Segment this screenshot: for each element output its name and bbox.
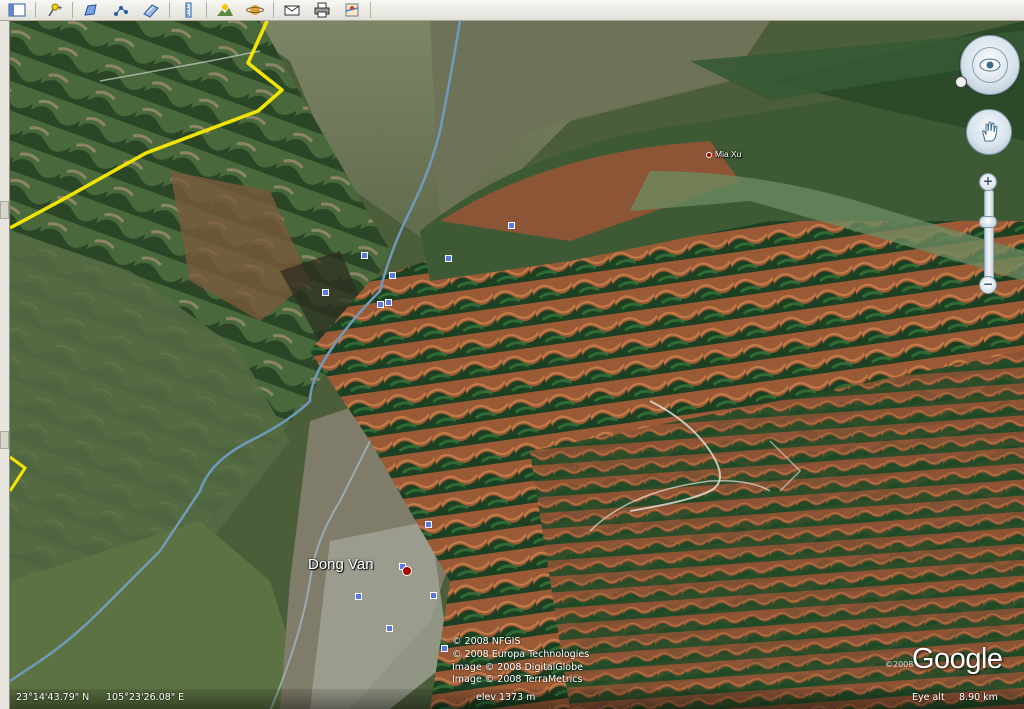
copyright-line: Image © 2008 TerraMetrics xyxy=(452,674,583,686)
sun-icon xyxy=(217,4,233,16)
logo-year: ©2008 xyxy=(885,660,914,669)
photo-marker[interactable] xyxy=(445,255,452,262)
sidebar-tab[interactable] xyxy=(0,201,9,219)
switch-to-sky-button[interactable] xyxy=(242,1,268,20)
toolbar: + xyxy=(0,0,1024,21)
terrain-view[interactable] xyxy=(10,21,1024,709)
photo-marker[interactable] xyxy=(425,521,432,528)
ruler-icon xyxy=(185,2,192,18)
navigation-controls: + − xyxy=(954,21,1024,301)
toolbar-divider xyxy=(206,2,207,18)
copyright-line: Image © 2008 DigitalGlobe xyxy=(452,661,583,673)
photo-marker[interactable] xyxy=(386,625,393,632)
copyright-line: © 2008 NFGIS xyxy=(452,636,521,647)
add-image-overlay-button[interactable] xyxy=(138,1,164,20)
planet-icon xyxy=(246,5,264,15)
longitude-readout: 105°23'26.08" E xyxy=(106,692,185,703)
ruler-button[interactable] xyxy=(175,1,201,20)
add-path-button[interactable] xyxy=(108,1,134,20)
place-label-mia-xu[interactable]: Mia Xu xyxy=(715,149,741,159)
email-button[interactable] xyxy=(279,1,305,20)
elevation-readout: elev 1373 m xyxy=(476,692,536,703)
print-button[interactable] xyxy=(309,1,335,20)
zoom-slider-thumb[interactable] xyxy=(979,216,997,228)
copyright-notice: © 2008 NFGIS © 2008 Europa Technologies … xyxy=(452,636,589,687)
photo-marker[interactable] xyxy=(508,222,515,229)
sidebar-icon xyxy=(8,3,26,17)
image-overlay-icon xyxy=(143,4,159,18)
google-logo: Google xyxy=(912,643,1003,675)
zoom-in-button[interactable]: + xyxy=(979,173,997,191)
status-bar: 23°14'43.79" N 105°23'26.08" E elev 1373… xyxy=(10,689,1024,709)
photo-marker[interactable] xyxy=(377,301,384,308)
latitude-readout: 23°14'43.79" N xyxy=(16,692,90,703)
print-icon xyxy=(314,2,330,18)
placemark-icon: + xyxy=(48,3,63,17)
maps-icon xyxy=(345,3,359,17)
copyright-line: © 2008 Europa Technologies xyxy=(452,648,590,660)
toolbar-divider xyxy=(370,2,371,18)
toolbar-divider xyxy=(169,2,170,18)
place-label-dong-van[interactable]: Dong Van xyxy=(308,556,374,573)
view-in-maps-button[interactable] xyxy=(339,1,365,20)
add-placemark-button[interactable]: + xyxy=(41,1,67,20)
zoom-out-button[interactable]: − xyxy=(979,276,997,294)
place-marker-dong-van[interactable] xyxy=(402,566,412,576)
photo-marker[interactable] xyxy=(355,593,362,600)
photo-marker[interactable] xyxy=(322,289,329,296)
place-marker-mia-xu[interactable] xyxy=(706,152,712,158)
eye-alt-value: 8.90 km xyxy=(959,692,998,703)
photo-marker[interactable] xyxy=(441,645,448,652)
svg-text:+: + xyxy=(57,4,63,12)
email-icon xyxy=(284,5,300,16)
hand-icon xyxy=(982,121,998,142)
north-indicator[interactable] xyxy=(955,76,967,88)
photo-marker[interactable] xyxy=(430,592,437,599)
polygon-icon xyxy=(84,4,97,16)
toolbar-divider xyxy=(35,2,36,18)
photo-marker[interactable] xyxy=(389,272,396,279)
toolbar-divider xyxy=(72,2,73,18)
photo-marker[interactable] xyxy=(361,252,368,259)
sidebar-collapsed-strip[interactable] xyxy=(0,21,10,709)
eye-alt-label: Eye alt xyxy=(912,692,945,703)
move-joystick[interactable] xyxy=(966,109,1012,155)
toolbar-divider xyxy=(273,2,274,18)
sidebar-tab[interactable] xyxy=(0,431,9,449)
sunlight-button[interactable] xyxy=(212,1,238,20)
eye-icon[interactable] xyxy=(972,47,1008,83)
hide-sidebar-button[interactable] xyxy=(4,1,30,20)
path-icon xyxy=(114,6,128,16)
photo-marker[interactable] xyxy=(385,299,392,306)
add-polygon-button[interactable] xyxy=(78,1,104,20)
